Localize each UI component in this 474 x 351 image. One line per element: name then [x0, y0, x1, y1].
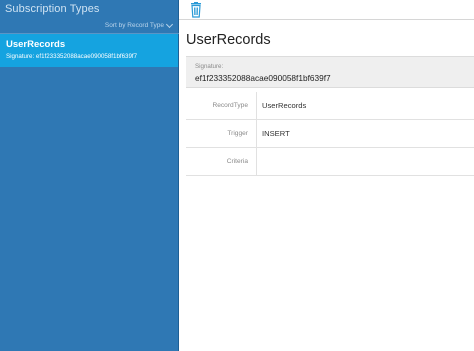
detail-value: UserRecords — [262, 101, 307, 110]
signature-box: Signature: ef1f233352088acae090058f1bf63… — [186, 56, 474, 88]
trash-icon[interactable] — [189, 2, 203, 18]
list-item[interactable]: UserRecords Signature: ef1f233352088acae… — [0, 34, 178, 67]
sort-button[interactable]: Sort by Record Type — [104, 20, 174, 29]
detail-pane: UserRecords Signature: ef1f233352088acae… — [179, 0, 474, 351]
sort-label: Sort by Record Type — [104, 22, 164, 29]
signature-value: ef1f233352088acae090058f1bf639f7 — [195, 73, 331, 83]
sidebar-title: Subscription Types — [5, 3, 100, 15]
chevron-down-icon — [165, 20, 174, 28]
list-item-name: UserRecords — [6, 39, 66, 50]
toolbar — [179, 0, 474, 20]
detail-table: RecordType UserRecords Trigger INSERT Cr… — [186, 92, 474, 176]
detail-key: Criteria — [186, 148, 257, 175]
list-item-signature: Signature: ef1f233352088acae090058f1bf63… — [6, 53, 138, 60]
page-title: UserRecords — [186, 32, 271, 48]
detail-row-recordtype: RecordType UserRecords — [186, 92, 474, 120]
detail-value: INSERT — [262, 129, 290, 138]
detail-key: Trigger — [186, 120, 257, 147]
signature-label: Signature: — [195, 63, 224, 70]
detail-row-criteria: Criteria — [186, 148, 474, 176]
sidebar: Subscription Types Sort by Record Type U… — [0, 0, 179, 351]
detail-key: RecordType — [186, 92, 257, 119]
detail-row-trigger: Trigger INSERT — [186, 120, 474, 148]
